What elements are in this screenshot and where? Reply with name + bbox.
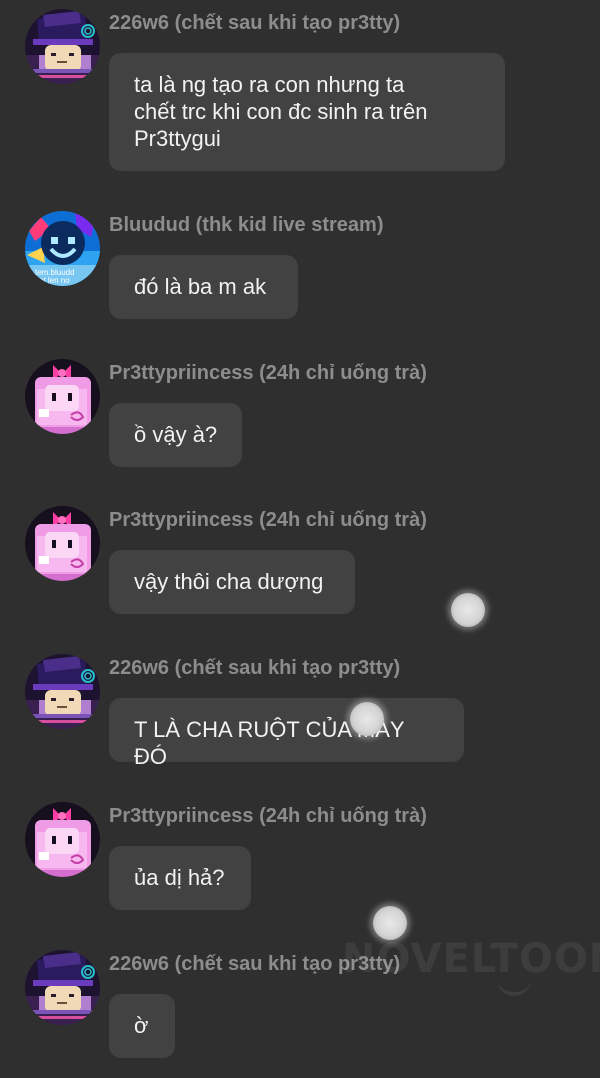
message-bubble: đó là ba m ak	[109, 255, 298, 319]
author-name: 226w6 (chết sau khi tạo pr3tty)	[109, 657, 401, 679]
author-name: Pr3ttypriincess (24h chỉ uống trà)	[109, 805, 427, 827]
watermark-text: NOVELTOON	[342, 936, 600, 982]
message-bubble: T LÀ CHA RUỘT CỦA MÀY ĐÓ	[109, 698, 464, 769]
purple-hat-avatar-icon[interactable]	[25, 950, 100, 1025]
message-bubble: ờ	[109, 994, 175, 1058]
touch-indicator	[451, 593, 485, 627]
purple-hat-avatar-icon[interactable]	[25, 9, 100, 84]
message-bubble: ta là ng tạo ra con nhưng ta chết trc kh…	[109, 53, 505, 171]
pink-bow-avatar-icon[interactable]	[25, 359, 100, 434]
touch-indicator	[373, 906, 407, 940]
message-bubble: vậy thôi cha dượng	[109, 550, 355, 614]
author-name: Pr3ttypriincess (24h chỉ uống trà)	[109, 362, 427, 384]
author-name: Bluudud (thk kid live stream)	[109, 214, 384, 236]
touch-indicator	[350, 702, 384, 736]
pink-bow-avatar-icon[interactable]	[25, 506, 100, 581]
pink-bow-avatar-icon[interactable]	[25, 802, 100, 877]
message-bubble: ồ vậy à?	[109, 403, 242, 467]
purple-hat-avatar-icon[interactable]	[25, 654, 100, 729]
blue-smiley-avatar-icon[interactable]	[25, 211, 100, 286]
watermark-smile-icon	[497, 976, 531, 996]
author-name: Pr3ttypriincess (24h chỉ uống trà)	[109, 509, 427, 531]
author-name: 226w6 (chết sau khi tạo pr3tty)	[109, 12, 401, 34]
message-bubble: ủa dị hả?	[109, 846, 251, 910]
